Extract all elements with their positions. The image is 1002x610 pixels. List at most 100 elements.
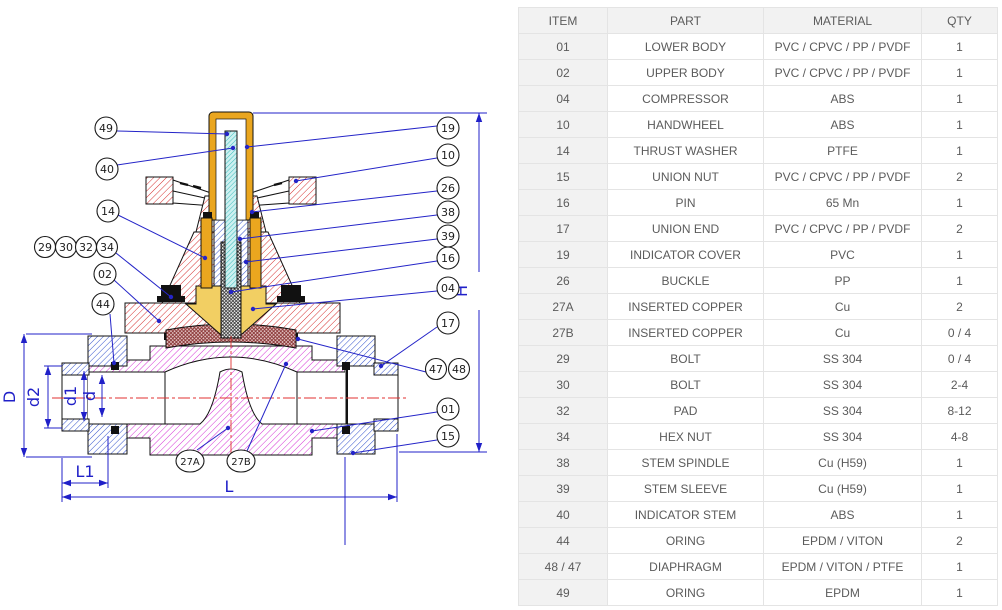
- dim-L: L: [225, 477, 234, 496]
- cell-material: ABS: [764, 86, 922, 112]
- cell-part: HANDWHEEL: [608, 112, 764, 138]
- dim-d2: d2: [24, 387, 43, 407]
- table-row: 30BOLTSS 3042-4: [519, 372, 998, 398]
- parts-table-body: 01LOWER BODYPVC / CPVC / PP / PVDF102UPP…: [519, 34, 998, 606]
- cell-material: EPDM: [764, 580, 922, 606]
- dim-d1: d1: [61, 386, 80, 406]
- cell-material: SS 304: [764, 346, 922, 372]
- callout-38: 38: [238, 201, 459, 241]
- svg-text:02: 02: [98, 268, 112, 281]
- svg-text:26: 26: [441, 182, 455, 195]
- svg-text:01: 01: [441, 403, 455, 416]
- page: H D d2 d1 d: [0, 0, 1002, 610]
- cell-part: DIAPHRAGM: [608, 554, 764, 580]
- cell-item: 17: [519, 216, 608, 242]
- cell-material: Cu (H59): [764, 476, 922, 502]
- cell-part: INSERTED COPPER: [608, 320, 764, 346]
- cell-material: PTFE: [764, 138, 922, 164]
- cell-material: SS 304: [764, 424, 922, 450]
- table-row: 27BINSERTED COPPERCu0 / 4: [519, 320, 998, 346]
- cell-item: 15: [519, 164, 608, 190]
- cell-material: 65 Mn: [764, 190, 922, 216]
- cell-qty: 1: [922, 60, 998, 86]
- cell-part: LOWER BODY: [608, 34, 764, 60]
- cell-qty: 4-8: [922, 424, 998, 450]
- cell-item: 19: [519, 242, 608, 268]
- cell-qty: 2: [922, 216, 998, 242]
- svg-text:32: 32: [79, 241, 93, 254]
- svg-text:27B: 27B: [231, 457, 251, 468]
- cell-material: PVC / CPVC / PP / PVDF: [764, 164, 922, 190]
- cell-item: 48 / 47: [519, 554, 608, 580]
- cell-qty: 2: [922, 294, 998, 320]
- svg-text:44: 44: [96, 298, 110, 311]
- parts-table: ITEM PART MATERIAL QTY 01LOWER BODYPVC /…: [518, 7, 998, 606]
- cell-part: BOLT: [608, 346, 764, 372]
- cell-qty: 1: [922, 86, 998, 112]
- cell-item: 27B: [519, 320, 608, 346]
- cell-item: 04: [519, 86, 608, 112]
- table-row: 19INDICATOR COVERPVC1: [519, 242, 998, 268]
- cell-material: PP: [764, 268, 922, 294]
- callout-17: 17: [379, 312, 459, 368]
- cell-part: UNION NUT: [608, 164, 764, 190]
- svg-text:49: 49: [99, 122, 113, 135]
- dim-D: D: [0, 391, 19, 403]
- callout-39: 39: [244, 225, 459, 264]
- table-row: 04COMPRESSORABS1: [519, 86, 998, 112]
- cell-part: ORING: [608, 580, 764, 606]
- svg-text:38: 38: [441, 206, 455, 219]
- table-row: 17UNION ENDPVC / CPVC / PP / PVDF2: [519, 216, 998, 242]
- cell-material: Cu: [764, 320, 922, 346]
- cell-qty: 1: [922, 138, 998, 164]
- parts-table-header: ITEM PART MATERIAL QTY: [519, 8, 998, 34]
- cell-item: 34: [519, 424, 608, 450]
- svg-text:47: 47: [429, 363, 443, 376]
- table-row: 26BUCKLEPP1: [519, 268, 998, 294]
- table-row: 38STEM SPINDLECu (H59)1: [519, 450, 998, 476]
- svg-text:10: 10: [441, 149, 455, 162]
- cell-material: PVC / CPVC / PP / PVDF: [764, 34, 922, 60]
- callout-19: 19: [245, 117, 459, 149]
- cell-qty: 2: [922, 164, 998, 190]
- cell-part: HEX NUT: [608, 424, 764, 450]
- col-header-material: MATERIAL: [764, 8, 922, 34]
- svg-text:39: 39: [441, 230, 455, 243]
- svg-text:17: 17: [441, 317, 455, 330]
- table-row: 15UNION NUTPVC / CPVC / PP / PVDF2: [519, 164, 998, 190]
- cell-item: 14: [519, 138, 608, 164]
- svg-text:16: 16: [441, 252, 455, 265]
- cell-item: 02: [519, 60, 608, 86]
- cell-qty: 8-12: [922, 398, 998, 424]
- cell-material: PVC / CPVC / PP / PVDF: [764, 216, 922, 242]
- cell-qty: 1: [922, 580, 998, 606]
- table-row: 48 / 47DIAPHRAGMEPDM / VITON / PTFE1: [519, 554, 998, 580]
- cell-part: UPPER BODY: [608, 60, 764, 86]
- cell-item: 40: [519, 502, 608, 528]
- cell-item: 49: [519, 580, 608, 606]
- table-row: 14THRUST WASHERPTFE1: [519, 138, 998, 164]
- cell-item: 01: [519, 34, 608, 60]
- table-row: 16PIN65 Mn1: [519, 190, 998, 216]
- cell-item: 44: [519, 528, 608, 554]
- cell-qty: 2: [922, 528, 998, 554]
- cell-material: ABS: [764, 112, 922, 138]
- svg-text:15: 15: [441, 430, 455, 443]
- table-row: 44ORINGEPDM / VITON2: [519, 528, 998, 554]
- cell-part: BOLT: [608, 372, 764, 398]
- cell-material: SS 304: [764, 398, 922, 424]
- cell-material: EPDM / VITON / PTFE: [764, 554, 922, 580]
- table-row: 29BOLTSS 3040 / 4: [519, 346, 998, 372]
- svg-text:48: 48: [452, 363, 466, 376]
- dim-d: d: [80, 391, 99, 401]
- table-row: 32PADSS 3048-12: [519, 398, 998, 424]
- table-row: 10HANDWHEELABS1: [519, 112, 998, 138]
- cell-item: 39: [519, 476, 608, 502]
- valve-diagram: H D d2 d1 d: [0, 0, 516, 610]
- table-row: 39STEM SLEEVECu (H59)1: [519, 476, 998, 502]
- cell-qty: 1: [922, 476, 998, 502]
- cell-qty: 1: [922, 34, 998, 60]
- svg-text:27A: 27A: [180, 457, 200, 468]
- cell-qty: 1: [922, 242, 998, 268]
- cell-part: INDICATOR COVER: [608, 242, 764, 268]
